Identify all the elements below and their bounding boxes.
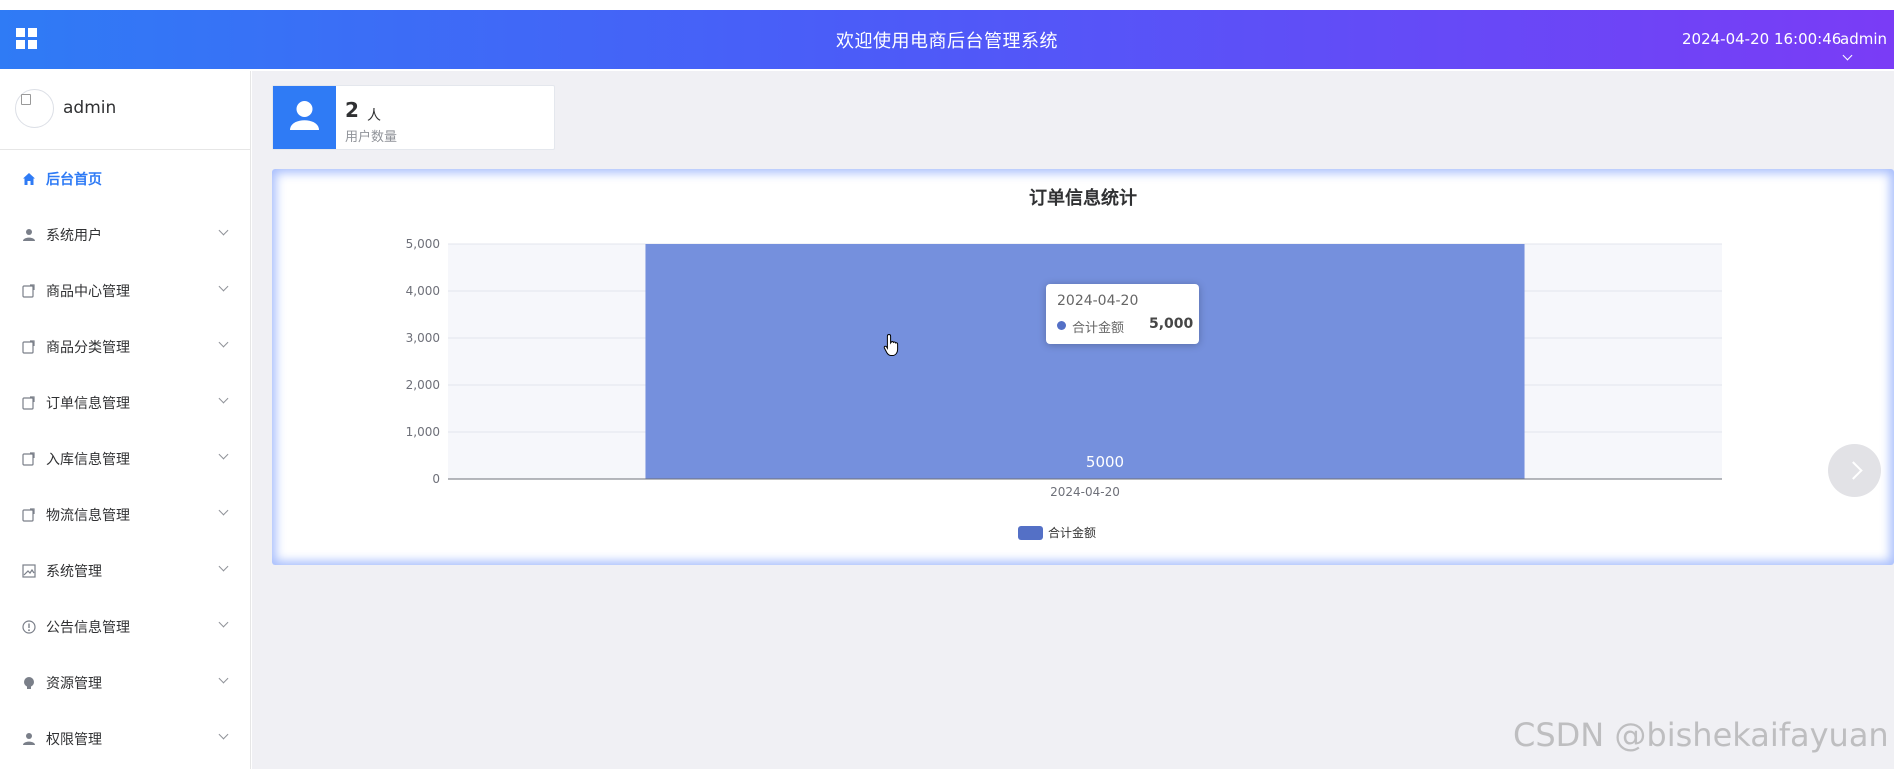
chevron-down-icon bbox=[218, 449, 229, 460]
app-title: 欢迎使用电商后台管理系统 bbox=[836, 31, 1058, 52]
datetime-display: 2024-04-20 16:00:46 bbox=[1682, 30, 1842, 48]
chevron-down-icon bbox=[218, 673, 229, 684]
user-menu-label: admin bbox=[1840, 30, 1887, 48]
sidebar-item-label: 订单信息管理 bbox=[46, 396, 130, 412]
sidebar-item-label: 后台首页 bbox=[46, 172, 102, 188]
chevron-down-icon bbox=[218, 617, 229, 628]
order-bar-chart: 0 1,000 2,000 3,000 4,000 5,000 5000 2024-04-20… bbox=[406, 237, 1722, 540]
info-icon bbox=[22, 620, 36, 634]
order-chart-card: 订单信息统计 0 1,000 2,000 3,000 4,000 5,000 5000 202… bbox=[272, 169, 1894, 565]
sidebar-item-label: 权限管理 bbox=[46, 732, 102, 748]
sidebar-item-label: 商品分类管理 bbox=[46, 340, 130, 356]
y-tick-label: 4,000 bbox=[406, 284, 440, 298]
bar-data-label: 5000 bbox=[1086, 453, 1124, 471]
chevron-down-icon bbox=[218, 729, 229, 740]
legend-swatch bbox=[1018, 526, 1043, 540]
document-icon bbox=[22, 340, 35, 354]
tooltip-series-dot bbox=[1057, 321, 1066, 330]
chevron-down-icon bbox=[218, 561, 229, 572]
sidebar-item-system-users[interactable]: 系统用户 bbox=[0, 206, 250, 262]
sidebar-item-label: 资源管理 bbox=[46, 676, 102, 692]
sidebar-item-product-center[interactable]: 商品中心管理 bbox=[0, 262, 250, 318]
top-bar: 欢迎使用电商后台管理系统 2024-04-20 16:00:46 admin bbox=[0, 10, 1894, 69]
user-menu[interactable]: admin bbox=[1840, 30, 1894, 66]
bar bbox=[645, 244, 1525, 479]
user-icon bbox=[290, 101, 319, 130]
avatar bbox=[15, 89, 54, 128]
chevron-down-icon bbox=[218, 393, 229, 404]
user-count-card: 2 人 用户数量 bbox=[272, 85, 555, 150]
document-icon bbox=[22, 396, 35, 410]
chevron-down-icon bbox=[218, 337, 229, 348]
x-tick-label: 2024-04-20 bbox=[1050, 485, 1120, 499]
chevron-down-icon bbox=[1842, 50, 1853, 61]
image-icon bbox=[22, 564, 36, 578]
sidebar-item-label: 商品中心管理 bbox=[46, 284, 130, 300]
tooltip-value: 5,000 bbox=[1149, 316, 1194, 332]
y-tick-label: 0 bbox=[432, 472, 440, 486]
sidebar-item-product-category[interactable]: 商品分类管理 bbox=[0, 318, 250, 374]
tooltip-date: 2024-04-20 bbox=[1057, 293, 1139, 309]
sidebar-profile: admin bbox=[0, 71, 250, 150]
user-icon bbox=[23, 229, 35, 241]
hand-cursor-icon bbox=[883, 333, 899, 356]
sidebar-item-logistics[interactable]: 物流信息管理 bbox=[0, 486, 250, 542]
y-tick-label: 5,000 bbox=[406, 237, 440, 251]
sidebar-item-label: 系统用户 bbox=[46, 228, 102, 244]
document-icon bbox=[22, 452, 35, 466]
sidebar-item-inbound[interactable]: 入库信息管理 bbox=[0, 430, 250, 486]
user-icon bbox=[23, 733, 35, 745]
user-count-value: 2 bbox=[345, 98, 359, 122]
sidebar-item-resources[interactable]: 资源管理 bbox=[0, 654, 250, 710]
user-count-unit: 人 bbox=[367, 108, 381, 124]
sidebar-item-announcements[interactable]: 公告信息管理 bbox=[0, 598, 250, 654]
sidebar-item-label: 系统管理 bbox=[46, 564, 102, 580]
sidebar-item-label: 入库信息管理 bbox=[46, 452, 130, 468]
sidebar-item-label: 物流信息管理 bbox=[46, 508, 130, 524]
y-tick-label: 1,000 bbox=[406, 425, 440, 439]
y-tick-label: 2,000 bbox=[406, 378, 440, 392]
home-icon bbox=[23, 173, 35, 185]
sidebar-menu: 后台首页 系统用户 商品中心管理 商品分类管理 订单信息管理 入库信息管理 物流… bbox=[0, 150, 250, 766]
chevron-down-icon bbox=[218, 281, 229, 292]
sidebar: admin 后台首页 系统用户 商品中心管理 商品分类管理 订单信息管理 入库信… bbox=[0, 71, 251, 769]
next-arrow-button[interactable] bbox=[1828, 444, 1881, 497]
chart-tooltip: 2024-04-20 合计金额 5,000 bbox=[1046, 284, 1199, 344]
user-count-icon-box bbox=[273, 86, 336, 149]
sidebar-item-orders[interactable]: 订单信息管理 bbox=[0, 374, 250, 430]
chevron-down-icon bbox=[218, 225, 229, 236]
bulb-icon bbox=[24, 677, 34, 689]
user-count-label: 用户数量 bbox=[345, 130, 398, 145]
tooltip-series-name: 合计金额 bbox=[1072, 321, 1125, 336]
watermark: CSDN @bishekaifayuan bbox=[1513, 716, 1889, 754]
document-icon bbox=[22, 284, 35, 298]
sidebar-username: admin bbox=[63, 98, 117, 118]
sidebar-item-permissions[interactable]: 权限管理 bbox=[0, 710, 250, 766]
sidebar-item-home[interactable]: 后台首页 bbox=[0, 150, 250, 206]
chevron-down-icon bbox=[218, 505, 229, 516]
legend-label: 合计金额 bbox=[1048, 525, 1096, 540]
sidebar-item-system-management[interactable]: 系统管理 bbox=[0, 542, 250, 598]
y-tick-label: 3,000 bbox=[406, 331, 440, 345]
main-content: 2 人 用户数量 订单信息统计 0 1,000 2,000 3,000 4,000 5,0… bbox=[252, 71, 1894, 769]
sidebar-item-label: 公告信息管理 bbox=[46, 620, 130, 636]
document-icon bbox=[22, 508, 35, 522]
